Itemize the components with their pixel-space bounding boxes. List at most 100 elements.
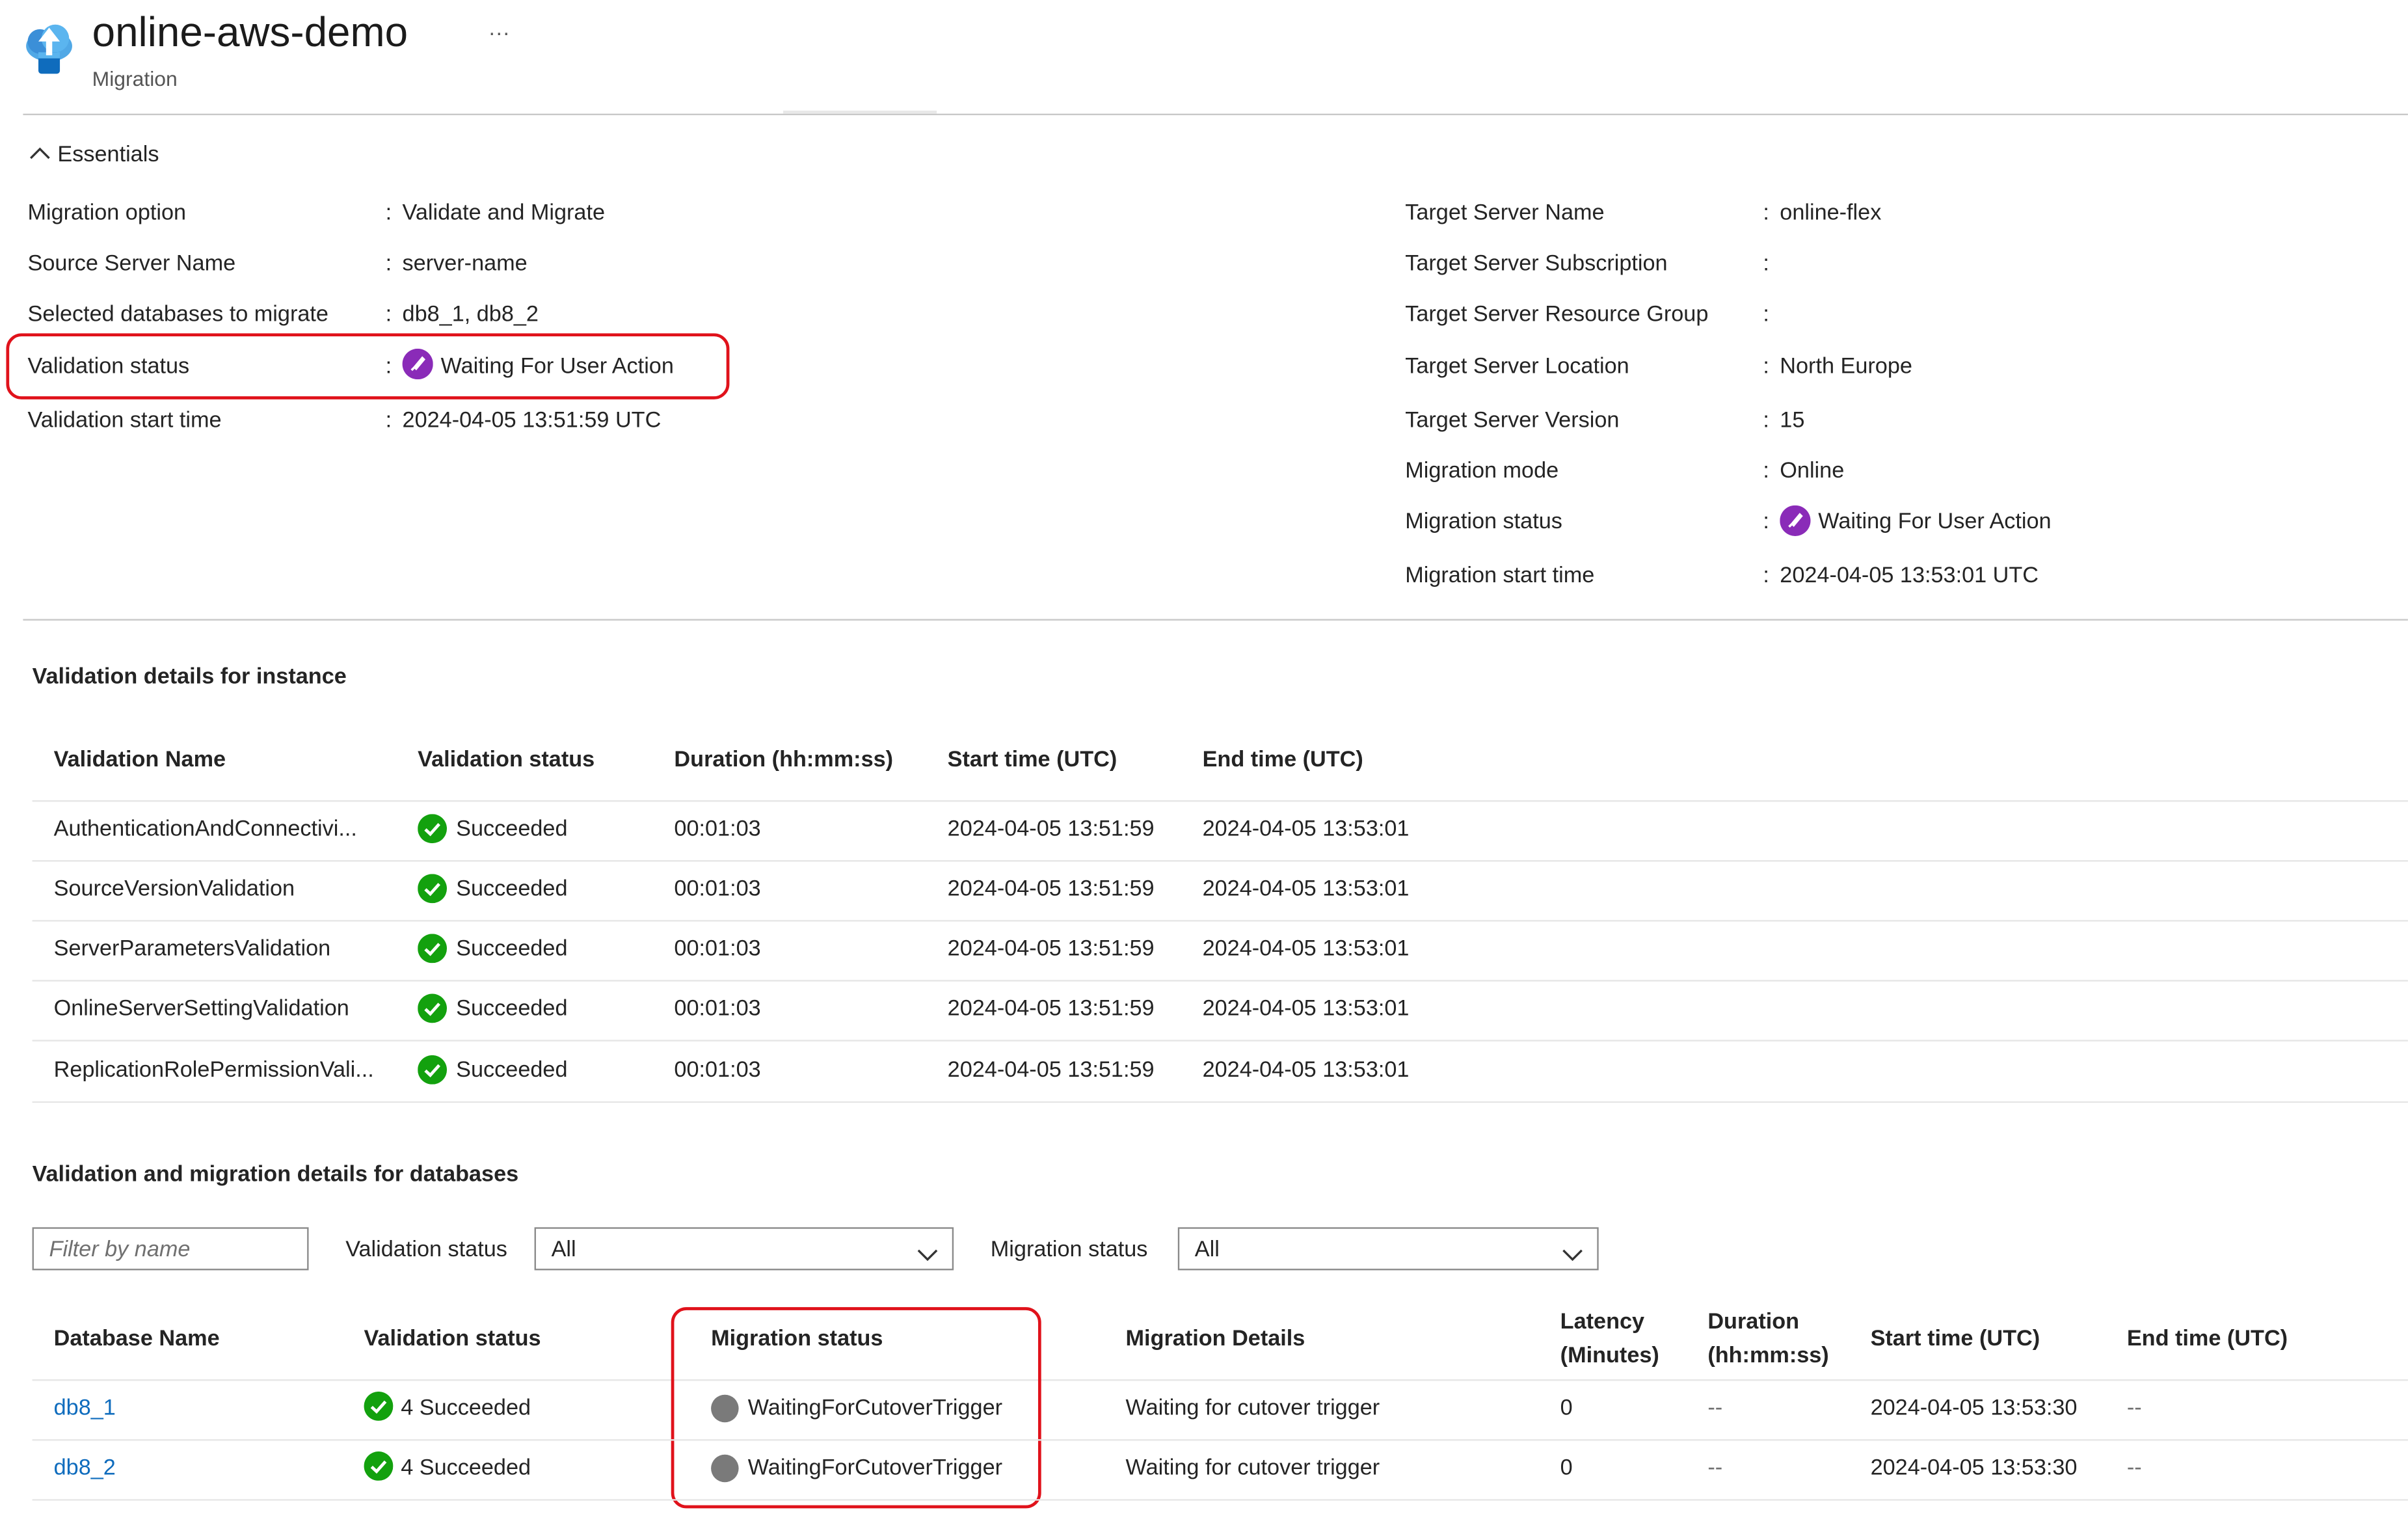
col-migration-details[interactable]: Migration Details: [1126, 1327, 1305, 1352]
chevron-down-icon: [1562, 1243, 1583, 1270]
instance-row-end: 2024-04-05 13:53:01: [1202, 937, 1410, 962]
label-target-server-subscription: Target Server Subscription: [1405, 252, 1668, 277]
database-link[interactable]: db8_2: [54, 1456, 116, 1481]
col-db-duration-unit: (hh:mm:ss): [1707, 1343, 1829, 1369]
separator: :: [385, 355, 392, 380]
separator: :: [385, 408, 392, 433]
success-check-icon: [418, 934, 448, 971]
col-db-validation-status[interactable]: Validation status: [364, 1327, 541, 1352]
row-divider: [32, 1379, 2408, 1381]
col-validation-name[interactable]: Validation Name: [54, 748, 226, 773]
validation-status-dropdown-value: All: [551, 1237, 576, 1263]
success-check-icon: [364, 1451, 394, 1489]
migration-status-dropdown[interactable]: All: [1177, 1227, 1599, 1271]
instance-row-status: Succeeded: [456, 1058, 568, 1083]
db-end-time: --: [2126, 1456, 2142, 1481]
instance-row-end: 2024-04-05 13:53:01: [1202, 1058, 1410, 1083]
col-start-time[interactable]: Start time (UTC): [948, 748, 1117, 773]
more-actions-button[interactable]: ···: [488, 20, 510, 45]
instance-section-heading: Validation details for instance: [32, 665, 347, 690]
instance-row-start: 2024-04-05 13:51:59: [947, 1058, 1155, 1083]
essentials-label: Essentials: [57, 142, 159, 168]
instance-row-name: AuthenticationAndConnectivi...: [53, 816, 357, 842]
label-migration-option: Migration option: [27, 201, 187, 226]
value-migration-start-time: 2024-04-05 13:53:01 UTC: [1780, 563, 2039, 589]
instance-row-status: Succeeded: [456, 937, 568, 962]
instance-row-start: 2024-04-05 13:51:59: [947, 997, 1155, 1021]
db-migration-details: Waiting for cutover trigger: [1125, 1396, 1380, 1421]
page-title: online-aws-demo: [92, 9, 408, 55]
instance-row-end: 2024-04-05 13:53:01: [1202, 816, 1410, 842]
instance-row-status: Succeeded: [456, 877, 568, 902]
col-database-name[interactable]: Database Name: [54, 1327, 220, 1352]
filter-by-name-input[interactable]: Filter by name: [32, 1227, 309, 1271]
db-latency: 0: [1560, 1456, 1573, 1481]
instance-row-name: OnlineServerSettingValidation: [53, 997, 349, 1021]
label-target-server-name: Target Server Name: [1405, 201, 1605, 226]
col-db-end-time[interactable]: End time (UTC): [2127, 1327, 2288, 1352]
success-check-icon: [418, 1055, 448, 1092]
col-db-duration[interactable]: Duration: [1707, 1310, 1799, 1335]
instance-row-name: ReplicationRolePermissionVali...: [53, 1058, 374, 1083]
status-dot-icon: [711, 1394, 739, 1430]
status-dot-icon: [711, 1454, 739, 1490]
db-migration-status: WaitingForCutoverTrigger: [747, 1456, 1003, 1481]
instance-row-duration: 00:01:03: [674, 997, 761, 1021]
db-start-time: 2024-04-05 13:53:30: [1870, 1456, 2078, 1481]
col-end-time[interactable]: End time (UTC): [1203, 748, 1363, 773]
row-divider: [32, 1040, 2408, 1042]
value-source-server-name: server-name: [402, 252, 528, 277]
db-validation-status: 4 Succeeded: [401, 1456, 531, 1481]
databases-section-heading: Validation and migration details for dat…: [32, 1163, 519, 1187]
instance-row-start: 2024-04-05 13:51:59: [947, 937, 1155, 962]
separator: :: [1763, 355, 1769, 380]
instance-row-start: 2024-04-05 13:51:59: [947, 877, 1155, 902]
value-target-server-location: North Europe: [1780, 355, 1912, 380]
col-db-start-time[interactable]: Start time (UTC): [1871, 1327, 2040, 1352]
instance-row-name: ServerParametersValidation: [53, 937, 331, 962]
separator: :: [385, 303, 392, 327]
db-duration: --: [1707, 1456, 1723, 1481]
header-divider: [23, 113, 2408, 116]
db-latency: 0: [1560, 1396, 1573, 1421]
col-validation-status[interactable]: Validation status: [418, 748, 595, 773]
label-migration-start-time: Migration start time: [1405, 563, 1595, 589]
migration-status-filter-label: Migration status: [990, 1237, 1148, 1263]
database-link[interactable]: db8_1: [54, 1396, 116, 1421]
filter-placeholder: Filter by name: [49, 1237, 191, 1263]
value-selected-databases: db8_1, db8_2: [402, 303, 539, 327]
value-migration-status: Waiting For User Action: [1818, 509, 2052, 535]
separator: :: [1763, 303, 1769, 327]
success-check-icon: [418, 993, 448, 1031]
separator: :: [1763, 509, 1769, 535]
separator: :: [1763, 201, 1769, 226]
value-migration-option: Validate and Migrate: [402, 201, 606, 226]
page-subtitle: Migration: [92, 67, 178, 91]
instance-row-end: 2024-04-05 13:53:01: [1202, 877, 1410, 902]
col-duration[interactable]: Duration (hh:mm:ss): [674, 748, 893, 773]
label-migration-status: Migration status: [1405, 509, 1562, 535]
label-selected-databases: Selected databases to migrate: [27, 303, 328, 327]
validation-status-filter-label: Validation status: [345, 1237, 507, 1263]
success-check-icon: [364, 1391, 394, 1429]
db-migration-status: WaitingForCutoverTrigger: [747, 1396, 1003, 1421]
separator: :: [1763, 459, 1769, 484]
essentials-toggle[interactable]: Essentials: [29, 141, 159, 169]
migration-status-dropdown-value: All: [1194, 1237, 1220, 1263]
label-target-server-location: Target Server Location: [1405, 355, 1629, 380]
instance-row-status: Succeeded: [456, 997, 568, 1021]
validation-status-dropdown[interactable]: All: [534, 1227, 954, 1271]
col-latency[interactable]: Latency: [1560, 1310, 1644, 1335]
separator: :: [1763, 563, 1769, 589]
row-divider: [32, 860, 2408, 862]
separator: :: [1763, 252, 1769, 277]
label-validation-status: Validation status: [27, 355, 190, 380]
value-target-server-version: 15: [1780, 408, 1805, 433]
essentials-divider: [23, 619, 2408, 621]
instance-row-end: 2024-04-05 13:53:01: [1202, 997, 1410, 1021]
label-target-server-version: Target Server Version: [1405, 408, 1620, 433]
label-source-server-name: Source Server Name: [27, 252, 236, 277]
instance-row-name: SourceVersionValidation: [53, 877, 295, 902]
instance-row-status: Succeeded: [456, 816, 568, 842]
value-target-server-name: online-flex: [1780, 201, 1882, 226]
